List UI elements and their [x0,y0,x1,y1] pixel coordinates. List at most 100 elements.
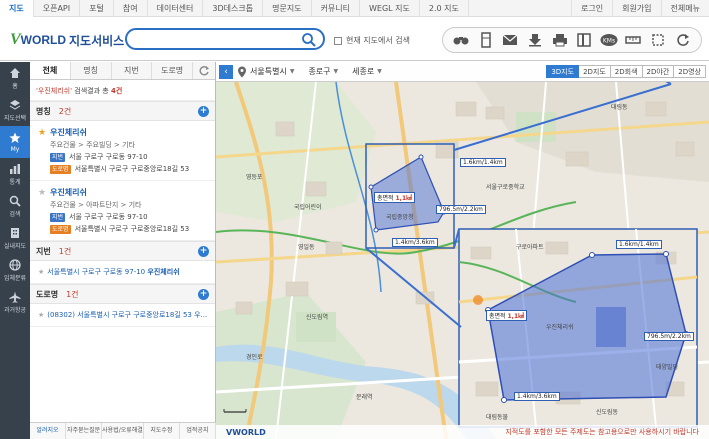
section-jibun: 지번 1건 + [30,241,215,261]
mode-3d[interactable]: 3D지도 [546,65,580,78]
tab-name[interactable]: 명칭 [71,62,112,79]
result-category: 주요건물 > 아파트단지 > 기타 [50,201,142,209]
sidebar-item-search[interactable]: 검색 [0,190,30,222]
edge-length-tag: 1.6km/1.4km [460,158,506,167]
mode-2d-night[interactable]: 2D야간 [642,65,675,78]
jibun-badge: 지번 [50,152,66,162]
print-icon[interactable] [551,31,569,49]
area-total-tag: 총면적 1,1㎢ [486,310,528,321]
area-icon[interactable] [649,31,667,49]
area-total-label: 총면적 [489,313,506,320]
nav-3d-desktop[interactable]: 3D데스크톱 [203,0,264,17]
footer-link-notice[interactable]: 알려지오 [30,423,67,439]
tab-road[interactable]: 도로명 [152,62,193,79]
result-item[interactable]: ★ 우진체리쉬 주요건물 > 주요빌딩 > 기타 지번 서울 구로구 구로동 97-… [30,121,215,181]
nav-webgl-map[interactable]: WEGL 지도 [360,0,420,17]
jibun-result-item[interactable]: ★ 서울특별시 구로구 구로동 97-10 우진체리쉬 [30,261,215,284]
more-button[interactable]: + [198,105,209,117]
mode-2d-gray[interactable]: 2D회색 [610,65,643,78]
region-dropdown-city[interactable]: 서울특별시 ▼ [250,66,294,77]
nav-community[interactable]: 커뮤니티 [312,0,361,17]
nav-openapi[interactable]: 오픈API [34,0,81,17]
signup-link[interactable]: 회원가입 [612,0,660,17]
ruler-icon[interactable] [624,31,642,49]
section-count: 1건 [58,246,72,256]
nav-participation[interactable]: 참여 [114,0,148,17]
map-toolbar: KMs [442,27,702,53]
km-icon[interactable]: KMs [600,31,618,49]
sidebar-item-map-select[interactable]: 지도선택 [0,94,30,126]
result-item[interactable]: ★ 우진체리쉬 주요건물 > 아파트단지 > 기타 지번 서울 구로구 구로동 97… [30,181,215,241]
area-total-value: 1,1㎢ [507,313,525,320]
jibun-badge: 지번 [50,212,66,222]
region-dropdown-district[interactable]: 종로구 ▼ [308,66,338,77]
place-label: 영일동 [298,244,315,251]
map-view[interactable]: ‹ 서울특별시 ▼ 종로구 ▼ 세종로 ▼ 3D지도 2D지도 2D회색 2D야간 2… [216,62,709,439]
dropdown-value: 세종로 [352,67,375,76]
search-icon[interactable] [301,32,317,48]
nav-portal[interactable]: 포털 [80,0,114,17]
section-road: 도로명 1건 + [30,284,215,304]
binoculars-icon[interactable] [452,31,470,49]
star-icon[interactable]: ★ [38,311,44,319]
section-count: 1건 [66,289,79,299]
panel-icon[interactable] [575,31,593,49]
nav-map-2[interactable]: 2.0 지도 [420,0,469,17]
result-title[interactable]: 우진체리쉬 [50,187,87,198]
place-label: 대림동 [611,104,628,111]
result-road: 서울특별시 구로구 구로중앙로18길 53 [74,165,190,173]
globe-icon [9,258,21,271]
section-count: 2건 [58,106,72,116]
home-icon [10,67,20,78]
sidebar-item-my[interactable]: My [0,126,30,158]
more-button[interactable]: + [198,245,209,257]
mode-2d-image[interactable]: 2D영상 [674,65,706,78]
region-dropdown-dong[interactable]: 세종로 ▼ [352,66,382,77]
tab-jibun[interactable]: 지번 [112,62,153,79]
sidebar-item-label: 검색 [9,210,21,218]
refresh-icon [199,65,209,75]
collapse-panel-button[interactable]: ‹ [219,64,233,79]
layers-icon [9,99,21,110]
tab-all[interactable]: 전체 [30,62,71,79]
login-link[interactable]: 로그인 [571,0,612,17]
parcel-icon[interactable] [477,31,495,49]
current-map-search-checkbox[interactable]: 현재 지도에서 검색 [334,35,410,46]
result-tabs: 전체 명칭 지번 도로명 [30,62,215,80]
road-result-item[interactable]: ★ (08302) 서울특별시 구로구 구로중앙로18길 53 우... [30,304,215,327]
nav-map[interactable]: 지도 [0,0,34,17]
checkbox-box[interactable] [334,36,342,45]
location-pin-icon [238,66,246,77]
sidebar-item-aerial[interactable]: 과거항공 [0,286,30,318]
footer-link-map-edit[interactable]: 지도수정 [144,423,180,439]
svg-text:KMs: KMs [603,38,615,45]
mode-2d[interactable]: 2D지도 [579,65,611,78]
nav-data-center[interactable]: 데이터센터 [148,0,204,17]
sidebar-item-indoor[interactable]: 실내지도 [0,222,30,254]
download-icon[interactable] [526,31,544,49]
footer-link-help[interactable]: 사용법/오류해결 [102,423,144,439]
result-title[interactable]: 우진체리쉬 [50,127,87,138]
star-icon[interactable]: ★ [38,188,46,198]
footer-link-announce[interactable]: 업적공지 [180,423,216,439]
refresh-icon[interactable] [674,31,692,49]
nav-famous-map[interactable]: 명문지도 [263,0,312,17]
mail-icon[interactable] [501,31,519,49]
sidebar-item-stats[interactable]: 통계 [0,158,30,190]
map-canvas[interactable] [216,62,709,439]
all-menu-link[interactable]: 전체메뉴 [660,0,709,17]
jibun-result-text: 서울특별시 구로구 구로동 97-10 [47,268,148,276]
logo[interactable]: V WORLD 지도서비스 [10,31,124,49]
logo-world: WORLD [20,33,66,47]
star-icon[interactable]: ★ [38,128,46,138]
sidebar-item-home[interactable]: 홈 [0,62,30,94]
star-icon[interactable]: ★ [38,268,44,276]
refresh-button[interactable] [193,62,215,79]
place-label: 문래역 [356,394,373,401]
sidebar-item-3d[interactable]: 입체분류 [0,254,30,286]
search-input[interactable] [125,28,325,50]
footer-link-faq[interactable]: 자주묻는질문 [66,423,103,439]
more-button[interactable]: + [198,288,209,300]
place-label: 서울구로중학교 [486,184,525,191]
sidebar-item-label: My [10,145,20,153]
